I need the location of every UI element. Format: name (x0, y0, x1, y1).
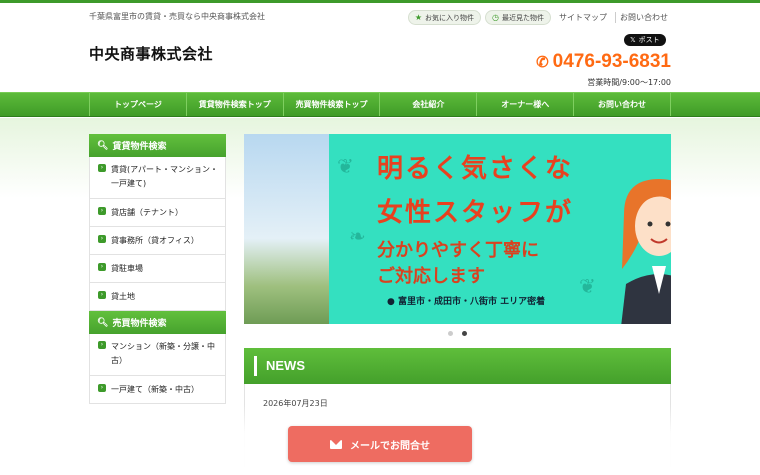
chevron-right-icon: › (98, 291, 106, 299)
leaf-decoration: ❦ (579, 274, 596, 298)
site-logo-text[interactable]: 中央商事株式会社 (89, 43, 213, 64)
slider-dot-active[interactable] (462, 331, 467, 336)
banner-line-4: ご対応します (377, 266, 485, 287)
recent-button[interactable]: ◷ 最近見た物件 (485, 10, 551, 25)
staff-illustration (621, 179, 671, 324)
clock-icon: ◷ (492, 13, 499, 22)
sidebar-item-label: 貸事務所（貸オフィス） (111, 236, 199, 245)
sidebar-item-label: 貸店舗（テナント） (111, 208, 183, 217)
slider-dot[interactable] (448, 331, 453, 336)
leaf-decoration: ❦ (337, 154, 354, 178)
nav-rental-search[interactable]: 賃貸物件検索トップ (185, 93, 283, 116)
chevron-right-icon: › (98, 384, 106, 392)
global-nav: トップページ 賃貸物件検索トップ 売買物件検索トップ 会社紹介 オーナー様へ お… (0, 92, 760, 117)
sidebar-item-rental-parking[interactable]: › 貸駐車場 (89, 255, 226, 283)
rental-heading-label: 賃貸物件検索 (112, 142, 167, 152)
banner-line-2: 女性スタッフが (377, 198, 574, 228)
mail-contact-button[interactable]: メールでお問合せ (288, 426, 472, 462)
chevron-right-icon: › (98, 164, 106, 172)
banner-line-3: 分かりやすく丁寧に (377, 240, 539, 261)
hero-slider[interactable]: ❦ ❧ ❦ 明るく気さくな 女性スタッフが 分かりやすく丁寧に ご対応します ●… (244, 134, 671, 324)
chevron-right-icon: › (98, 341, 106, 349)
x-post-button[interactable]: 𝕏 ポスト (624, 34, 666, 46)
slider-pagination (244, 331, 671, 336)
utility-links: ★ お気に入り物件 ◷ 最近見た物件 サイトマップ お問い合わせ (407, 10, 672, 25)
recent-label: 最近見た物件 (502, 13, 544, 22)
phone-number[interactable]: ✆ 0476-93-6831 (536, 51, 671, 73)
business-hours: 営業時間/9:00～17:00 (587, 78, 671, 87)
news-accent-bar (254, 356, 257, 376)
news-title: NEWS (266, 358, 305, 373)
star-icon: ★ (414, 13, 423, 22)
sidebar-item-label: 貸駐車場 (111, 264, 143, 273)
sidebar-item-label: 一戸建て（新築・中古） (111, 385, 199, 394)
sidebar-item-sale-mansion[interactable]: › マンション（新築・分譲・中古） (89, 334, 226, 376)
rental-search-heading: 🔍︎ 賃貸物件検索 (89, 134, 226, 157)
nav-top[interactable]: トップページ (89, 93, 186, 116)
search-icon: 🔍︎ (97, 140, 109, 151)
chevron-right-icon: › (98, 207, 106, 215)
nav-owners[interactable]: オーナー様へ (476, 93, 573, 116)
chevron-right-icon: › (98, 263, 106, 271)
site-header: 千葉県富里市の賃貸・売買なら中央商事株式会社 中央商事株式会社 ★ お気に入り物… (0, 0, 760, 92)
nav-sale-search[interactable]: 売買物件検索トップ (282, 93, 380, 116)
site-tagline: 千葉県富里市の賃貸・売買なら中央商事株式会社 (89, 12, 265, 21)
sidebar-item-rental-shop[interactable]: › 貸店舗（テナント） (89, 199, 226, 227)
sidebar-item-rental-land[interactable]: › 貸土地 (89, 283, 226, 311)
news-header: NEWS (244, 348, 671, 384)
x-icon: 𝕏 (630, 36, 636, 44)
sidebar-item-label: マンション（新築・分譲・中古） (111, 342, 215, 365)
x-post-label: ポスト (638, 36, 660, 44)
mail-contact-label: メールでお問合せ (350, 440, 430, 452)
phone-text: 0476-93-6831 (552, 51, 671, 72)
contact-link[interactable]: お問い合わせ (615, 12, 672, 23)
search-icon: 🔍︎ (97, 317, 109, 328)
sale-search-heading: 🔍︎ 売買物件検索 (89, 311, 226, 334)
nav-company[interactable]: 会社紹介 (379, 93, 476, 116)
banner-line-1: 明るく気さくな (377, 154, 574, 184)
staff-banner: ❦ ❧ ❦ 明るく気さくな 女性スタッフが 分かりやすく丁寧に ご対応します ●… (329, 134, 671, 324)
slide-photo-trees (244, 134, 329, 324)
sidebar-item-label: 貸土地 (111, 292, 135, 301)
mail-icon (330, 439, 342, 449)
sidebar-item-sale-house[interactable]: › 一戸建て（新築・中古） (89, 376, 226, 404)
favorites-button[interactable]: ★ お気に入り物件 (407, 10, 482, 25)
nav-contact[interactable]: お問い合わせ (573, 93, 671, 116)
sidebar-item-rental-office[interactable]: › 貸事務所（貸オフィス） (89, 227, 226, 255)
sale-heading-label: 売買物件検索 (112, 319, 167, 329)
main-content: ❦ ❧ ❦ 明るく気さくな 女性スタッフが 分かりやすく丁寧に ご対応します ●… (244, 134, 671, 475)
phone-icon: ✆ (536, 54, 549, 71)
favorites-label: お気に入り物件 (425, 13, 475, 22)
sitemap-link[interactable]: サイトマップ (555, 12, 611, 23)
leaf-decoration: ❧ (349, 224, 366, 248)
chevron-right-icon: › (98, 235, 106, 243)
sidebar-item-label: 賃貸(アパート・マンション・一戸建て) (111, 165, 218, 188)
sidebar-item-rental-residential[interactable]: › 賃貸(アパート・マンション・一戸建て) (89, 157, 226, 199)
banner-area-text: ● 富里市・成田市・八街市 エリア密着 (387, 297, 546, 307)
sidebar: 🔍︎ 賃貸物件検索 › 賃貸(アパート・マンション・一戸建て) › 貸店舗（テナ… (89, 134, 226, 404)
